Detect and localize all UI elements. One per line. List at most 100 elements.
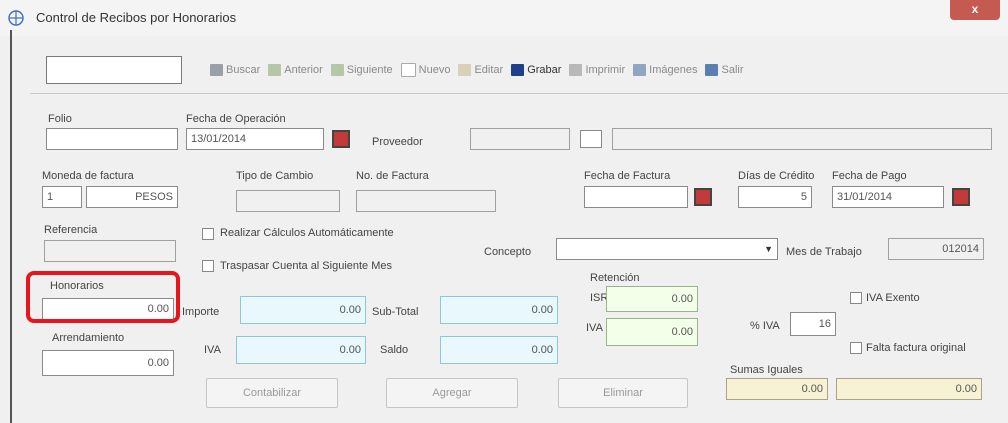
edit-icon bbox=[458, 64, 472, 76]
close-button[interactable]: x bbox=[950, 0, 1000, 20]
anterior-label: Anterior bbox=[284, 64, 323, 76]
fecha-operacion-input[interactable]: 13/01/2014 bbox=[186, 128, 324, 150]
traspasar-label: Traspasar Cuenta al Siguiente Mes bbox=[220, 260, 393, 272]
arrendamiento-input[interactable]: 0.00 bbox=[42, 350, 174, 376]
imagenes-button[interactable]: Imágenes bbox=[631, 64, 699, 76]
arrow-right-icon bbox=[330, 64, 344, 76]
fecha-pago-input[interactable]: 31/01/2014 bbox=[832, 186, 944, 208]
suma-2-value: 0.00 bbox=[955, 383, 977, 395]
iva-retencion-label: IVA bbox=[586, 322, 603, 334]
pct-iva-label: % IVA bbox=[750, 320, 780, 332]
window-border bbox=[10, 30, 12, 423]
eliminar-button[interactable]: Eliminar bbox=[558, 378, 688, 408]
globe-icon bbox=[8, 10, 24, 26]
chevron-down-icon: ▼ bbox=[764, 244, 773, 254]
buscar-button[interactable]: Buscar bbox=[208, 64, 262, 76]
salir-button[interactable]: Salir bbox=[703, 64, 745, 76]
anterior-button[interactable]: Anterior bbox=[266, 64, 325, 76]
tipo-cambio-input[interactable] bbox=[236, 190, 340, 212]
importe-value: 0.00 bbox=[339, 304, 361, 316]
save-icon bbox=[511, 64, 525, 76]
suma-1-input[interactable]: 0.00 bbox=[726, 378, 828, 400]
proveedor-name-input[interactable] bbox=[612, 128, 992, 150]
toolbar-divider bbox=[30, 93, 1008, 94]
referencia-input[interactable] bbox=[44, 240, 176, 262]
falta-factura-checkbox[interactable] bbox=[850, 342, 862, 354]
pct-iva-value: 16 bbox=[818, 318, 831, 330]
app-window: Control de Recibos por Honorarios x Busc… bbox=[0, 0, 1008, 423]
new-document-icon bbox=[400, 63, 416, 77]
iva-label: IVA bbox=[204, 344, 221, 356]
proveedor-label: Proveedor bbox=[372, 136, 423, 148]
fecha-factura-input[interactable] bbox=[584, 186, 688, 208]
falta-factura-label: Falta factura original bbox=[866, 342, 966, 354]
proveedor-code-input[interactable] bbox=[470, 128, 570, 150]
siguiente-button[interactable]: Siguiente bbox=[329, 64, 395, 76]
mes-trabajo-input[interactable]: 012014 bbox=[888, 238, 984, 260]
importe-input[interactable]: 0.00 bbox=[240, 296, 366, 324]
folio-label: Folio bbox=[48, 113, 72, 125]
imprimir-label: Imprimir bbox=[585, 64, 626, 76]
calendar-icon[interactable] bbox=[952, 188, 970, 206]
tipo-cambio-label: Tipo de Cambio bbox=[236, 170, 314, 182]
realizar-calculos-checkbox[interactable] bbox=[202, 228, 214, 240]
isr-value: 0.00 bbox=[671, 293, 693, 305]
proveedor-search-button[interactable] bbox=[580, 130, 602, 148]
grabar-label: Grabar bbox=[527, 64, 562, 76]
fecha-pago-value: 31/01/2014 bbox=[837, 191, 893, 203]
toolbar-search-box[interactable] bbox=[46, 56, 182, 84]
fecha-pago-label: Fecha de Pago bbox=[832, 170, 907, 182]
arrendamiento-value: 0.00 bbox=[147, 357, 169, 369]
print-icon bbox=[569, 64, 583, 76]
editar-label: Editar bbox=[474, 64, 504, 76]
moneda-code-value: 1 bbox=[47, 191, 54, 203]
salir-label: Salir bbox=[721, 64, 744, 76]
iva-retencion-value: 0.00 bbox=[671, 326, 693, 338]
binoculars-icon bbox=[210, 64, 223, 76]
agregar-button[interactable]: Agregar bbox=[386, 378, 518, 408]
no-factura-input[interactable] bbox=[356, 190, 496, 212]
importe-label: Importe bbox=[182, 306, 220, 318]
fecha-operacion-value: 13/01/2014 bbox=[191, 133, 247, 145]
subtotal-value: 0.00 bbox=[531, 304, 553, 316]
calendar-icon[interactable] bbox=[694, 188, 712, 206]
images-icon bbox=[633, 64, 647, 76]
moneda-label: Moneda de factura bbox=[42, 170, 134, 182]
title-bar: Control de Recibos por Honorarios x bbox=[0, 0, 1008, 36]
mes-trabajo-value: 012014 bbox=[942, 243, 979, 255]
folio-input[interactable] bbox=[46, 128, 178, 150]
fecha-operacion-label: Fecha de Operación bbox=[186, 113, 286, 125]
concepto-select[interactable]: ▼ bbox=[556, 238, 778, 260]
imprimir-button[interactable]: Imprimir bbox=[567, 64, 627, 76]
no-factura-label: No. de Factura bbox=[356, 170, 429, 182]
mes-trabajo-label: Mes de Trabajo bbox=[786, 246, 862, 258]
dias-credito-value: 5 bbox=[800, 191, 807, 203]
pct-iva-input[interactable]: 16 bbox=[790, 312, 836, 336]
suma-2-input[interactable]: 0.00 bbox=[836, 378, 982, 400]
moneda-code-input[interactable]: 1 bbox=[42, 186, 82, 208]
isr-input[interactable]: 0.00 bbox=[606, 286, 698, 312]
realizar-calculos-label: Realizar Cálculos Automáticamente bbox=[220, 227, 394, 239]
subtotal-label: Sub-Total bbox=[372, 306, 419, 318]
suma-1-value: 0.00 bbox=[801, 383, 823, 395]
calendar-icon[interactable] bbox=[332, 130, 350, 148]
exit-icon bbox=[705, 64, 719, 76]
subtotal-input[interactable]: 0.00 bbox=[440, 296, 558, 324]
iva-input[interactable]: 0.00 bbox=[236, 336, 366, 364]
toolbar: Buscar Anterior Siguiente Nuevo Editar G… bbox=[208, 62, 746, 78]
dias-credito-input[interactable]: 5 bbox=[738, 186, 812, 208]
contabilizar-button[interactable]: Contabilizar bbox=[206, 378, 338, 408]
window-title: Control de Recibos por Honorarios bbox=[36, 10, 237, 25]
grabar-button[interactable]: Grabar bbox=[509, 64, 563, 76]
traspasar-checkbox[interactable] bbox=[202, 260, 214, 272]
nuevo-button[interactable]: Nuevo bbox=[399, 63, 453, 77]
moneda-name-value: PESOS bbox=[135, 191, 173, 203]
siguiente-label: Siguiente bbox=[346, 64, 393, 76]
iva-retencion-input[interactable]: 0.00 bbox=[606, 318, 698, 346]
editar-button[interactable]: Editar bbox=[456, 64, 505, 76]
arrendamiento-label: Arrendamiento bbox=[52, 332, 125, 344]
moneda-name-input[interactable]: PESOS bbox=[86, 186, 178, 208]
dias-credito-label: Días de Crédito bbox=[738, 170, 815, 182]
iva-exento-checkbox[interactable] bbox=[850, 292, 862, 304]
saldo-input[interactable]: 0.00 bbox=[440, 336, 558, 364]
